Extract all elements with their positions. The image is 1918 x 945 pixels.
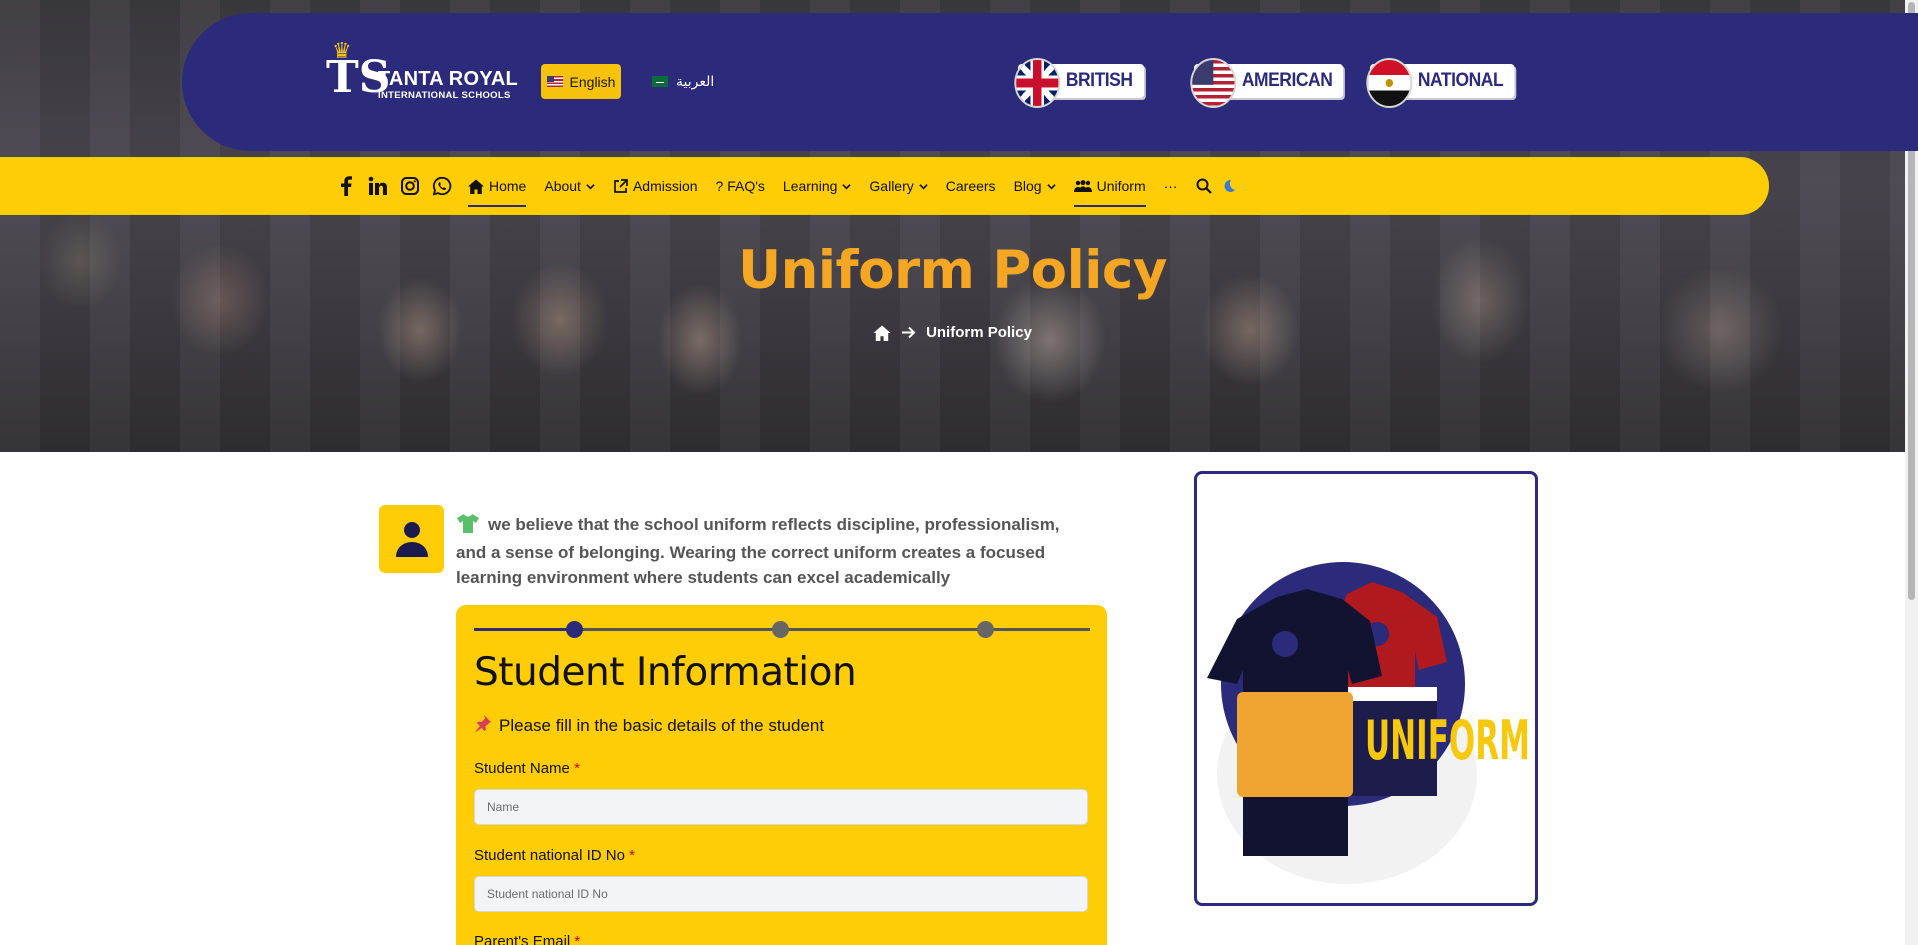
parent-email-label: Parent's Email *	[474, 933, 581, 945]
linkedin-icon[interactable]	[368, 176, 388, 196]
home-icon[interactable]	[873, 325, 891, 341]
british-label: BRITISH	[1065, 70, 1133, 91]
nav-learning[interactable]: Learning	[783, 157, 852, 215]
logo-name: TANTA ROYAL	[378, 68, 518, 90]
nav-uniform-label: Uniform	[1096, 178, 1146, 194]
saudi-flag-icon	[652, 76, 668, 87]
student-form-card: Student Information Please fill in the b…	[456, 605, 1107, 945]
progress-fill	[474, 628, 574, 631]
chevron-down-icon	[1046, 183, 1056, 189]
student-name-label: Student Name *	[474, 760, 580, 777]
tshirt-icon	[456, 513, 480, 540]
instagram-icon[interactable]	[400, 176, 420, 196]
breadcrumb: Uniform Policy	[0, 324, 1905, 341]
national-curriculum-button[interactable]: NATIONAL	[1366, 58, 1515, 108]
nav-blog[interactable]: Blog	[1014, 157, 1056, 215]
facebook-icon[interactable]	[336, 176, 356, 196]
progress-step	[772, 621, 789, 638]
uniform-word: UNIFORM	[1365, 709, 1530, 772]
page-title: Uniform Policy	[738, 240, 1167, 301]
user-icon	[395, 522, 428, 557]
dark-mode-toggle[interactable]	[1222, 157, 1236, 215]
external-link-icon	[614, 178, 628, 193]
nav-faqs-label: ? FAQ's	[715, 178, 765, 194]
breadcrumb-current: Uniform Policy	[926, 324, 1032, 341]
nav-admission[interactable]: Admission	[613, 157, 698, 215]
national-label: NATIONAL	[1417, 70, 1504, 91]
us-flag-icon	[546, 76, 563, 87]
chevron-down-icon	[842, 183, 852, 189]
nav-admission-label: Admission	[632, 178, 698, 194]
whatsapp-icon[interactable]	[432, 176, 452, 196]
us-flag-icon	[1190, 58, 1237, 108]
chevron-down-icon	[586, 183, 595, 189]
logo-subtitle: INTERNATIONAL SCHOOLS	[378, 90, 511, 101]
nav-uniform[interactable]: Uniform	[1073, 157, 1146, 215]
search-icon	[1196, 178, 1212, 194]
main-navbar: Home About Admission ? FAQ's Learning Ga…	[0, 157, 1769, 215]
nav-about-label: About	[544, 178, 581, 194]
intro-paragraph: we believe that the school uniform refle…	[456, 512, 1086, 590]
nav-learning-label: Learning	[782, 178, 838, 194]
progress-step	[977, 621, 994, 638]
egypt-flag-icon	[1366, 58, 1413, 108]
nav-careers[interactable]: Careers	[946, 157, 996, 215]
form-title: Student Information	[474, 650, 857, 695]
nav-more-label: ···	[1163, 178, 1178, 194]
british-curriculum-button[interactable]: BRITISH	[1014, 58, 1144, 108]
nav-more[interactable]: ···	[1164, 157, 1178, 215]
avatar	[379, 505, 444, 573]
intro-text: we believe that the school uniform refle…	[456, 515, 1060, 587]
uniform-illustration: UNIFORM	[1207, 562, 1530, 884]
nav-careers-label: Careers	[945, 178, 996, 194]
student-name-input[interactable]	[474, 789, 1088, 825]
nav-gallery[interactable]: Gallery	[869, 157, 928, 215]
form-hint-text: Please fill in the basic details of the …	[499, 715, 825, 735]
nav-gallery-label: Gallery	[869, 178, 914, 194]
search-button[interactable]	[1196, 157, 1212, 215]
american-label: AMERICAN	[1241, 70, 1333, 91]
form-hint: Please fill in the basic details of the …	[474, 714, 824, 737]
nav-blog-label: Blog	[1013, 178, 1042, 194]
arrow-right-icon	[902, 326, 916, 339]
national-id-label: Student national ID No *	[474, 847, 635, 864]
national-id-input[interactable]	[474, 876, 1088, 912]
language-english-button[interactable]: English	[541, 64, 621, 99]
nav-about[interactable]: About	[544, 157, 595, 215]
progress-step	[566, 621, 583, 638]
chevron-down-icon	[919, 183, 928, 189]
nav-home-label: Home	[489, 178, 527, 194]
logo-monogram: TS	[326, 52, 391, 103]
nav-faqs[interactable]: ? FAQ's	[716, 157, 765, 215]
uniform-image: UNIFORM	[1194, 471, 1538, 906]
uk-flag-icon	[1014, 58, 1061, 108]
nav-home[interactable]: Home	[468, 157, 527, 215]
language-arabic-label: العربية	[676, 73, 715, 89]
language-english-label: English	[569, 73, 616, 90]
school-logo[interactable]: ♛ TS TANTA ROYAL INTERNATIONAL SCHOOLS	[326, 38, 526, 116]
language-arabic-button[interactable]: العربية	[652, 64, 714, 99]
pushpin-icon	[474, 714, 492, 737]
home-icon	[468, 179, 484, 194]
moon-icon	[1224, 179, 1235, 192]
people-icon	[1073, 179, 1092, 192]
american-curriculum-button[interactable]: AMERICAN	[1190, 58, 1344, 108]
